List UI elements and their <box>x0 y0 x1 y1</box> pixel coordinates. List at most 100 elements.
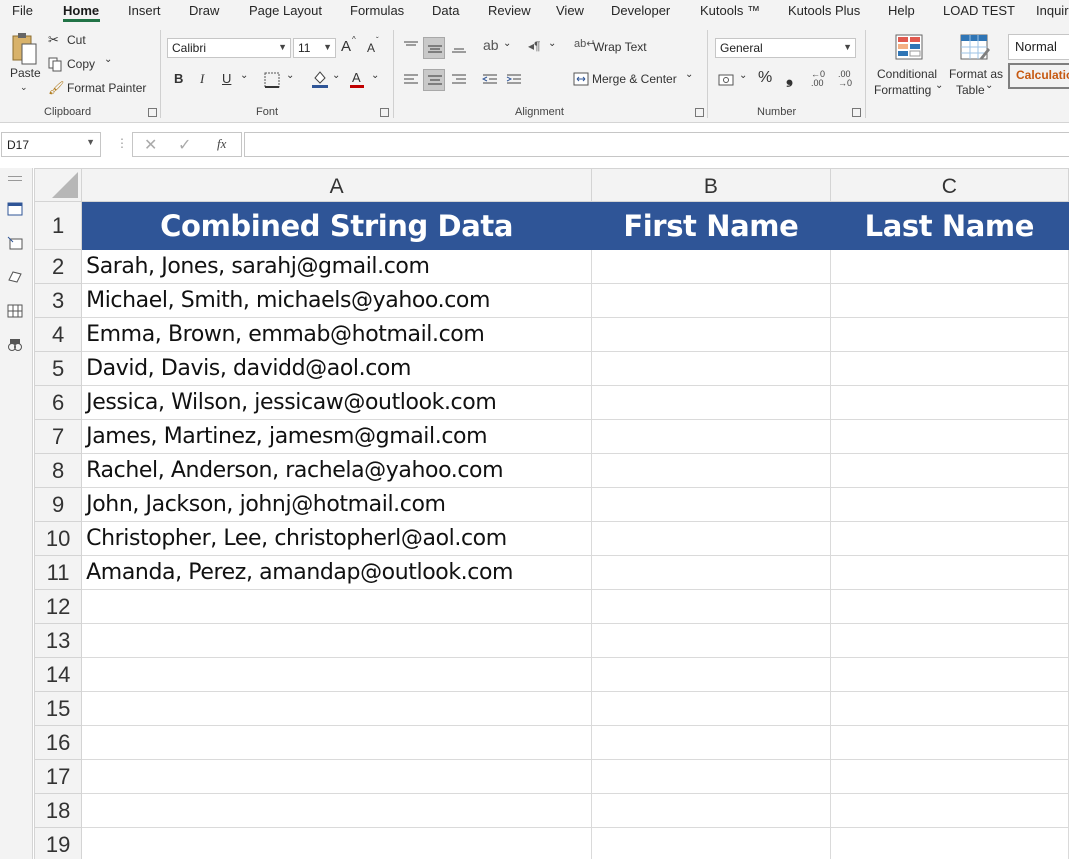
row-header[interactable]: 7 <box>34 419 83 454</box>
drag-handle-icon[interactable] <box>8 176 22 181</box>
align-right-icon[interactable] <box>451 73 467 87</box>
row-header[interactable]: 15 <box>34 691 83 726</box>
row-header[interactable]: 16 <box>34 725 83 760</box>
decrease-indent-icon[interactable] <box>482 73 498 87</box>
cell-a13[interactable] <box>81 623 593 658</box>
cell-c14[interactable] <box>829 657 1069 692</box>
chevron-down-icon[interactable]: ⌄ <box>548 38 556 49</box>
row-header[interactable]: 12 <box>34 589 83 624</box>
comma-style-icon[interactable]: ❟ <box>786 67 793 88</box>
cell-a9[interactable]: John, Jackson, johnj@hotmail.com <box>81 487 593 522</box>
formula-input[interactable] <box>244 132 1069 157</box>
cell-a8[interactable]: Rachel, Anderson, rachela@yahoo.com <box>81 453 593 488</box>
font-size-select[interactable]: 11 ▼ <box>293 38 336 58</box>
column-header-b[interactable]: B <box>591 168 831 202</box>
cell-a10[interactable]: Christopher, Lee, christopherl@aol.com <box>81 521 593 556</box>
cell-b10[interactable] <box>591 521 831 556</box>
row-header[interactable]: 6 <box>34 385 83 420</box>
row-header[interactable]: 8 <box>34 453 83 488</box>
cell-c18[interactable] <box>829 793 1069 828</box>
align-middle-button[interactable] <box>423 37 445 59</box>
menu-review[interactable]: Review <box>488 3 531 18</box>
cell-c3[interactable] <box>829 283 1069 318</box>
style-normal[interactable]: Normal <box>1008 34 1069 60</box>
cell-b9[interactable] <box>591 487 831 522</box>
cell-b6[interactable] <box>591 385 831 420</box>
cell-b12[interactable] <box>591 589 831 624</box>
cell-b19[interactable] <box>591 827 831 859</box>
cut-button[interactable]: ✂ Cut <box>48 32 108 50</box>
chevron-down-icon[interactable]: ⌄ <box>503 38 511 49</box>
cell-a5[interactable]: David, Davis, davidd@aol.com <box>81 351 593 386</box>
cell-a19[interactable] <box>81 827 593 859</box>
format-painter-button[interactable]: 🖌 Format Painter <box>48 80 152 98</box>
style-calculation[interactable]: Calculation <box>1008 63 1069 89</box>
borders-icon[interactable] <box>264 72 280 88</box>
cancel-icon[interactable]: ✕ <box>144 135 157 155</box>
cell-c8[interactable] <box>829 453 1069 488</box>
autotext-icon[interactable] <box>7 236 23 250</box>
cell-a7[interactable]: James, Martinez, jamesm@gmail.com <box>81 419 593 454</box>
menu-kutools-plus[interactable]: Kutools Plus <box>788 3 860 18</box>
cell-b11[interactable] <box>591 555 831 590</box>
menu-help[interactable]: Help <box>888 3 915 18</box>
enter-icon[interactable]: ✓ <box>178 135 191 155</box>
clipboard-launcher-icon[interactable] <box>148 108 157 117</box>
shrink-font-button[interactable]: A <box>367 41 375 55</box>
align-center-button[interactable] <box>423 69 445 91</box>
fill-color-icon[interactable] <box>311 69 329 89</box>
number-format-select[interactable]: General ▼ <box>715 38 856 58</box>
cell-a11[interactable]: Amanda, Perez, amandap@outlook.com <box>81 555 593 590</box>
menu-inquire[interactable]: Inquire <box>1036 3 1069 18</box>
column-list-icon[interactable] <box>7 304 23 318</box>
cell-b3[interactable] <box>591 283 831 318</box>
cell-c1[interactable]: Last Name <box>829 201 1069 250</box>
row-header[interactable]: 2 <box>34 249 83 284</box>
italic-button[interactable]: I <box>200 71 204 87</box>
cell-a12[interactable] <box>81 589 593 624</box>
menu-formulas[interactable]: Formulas <box>350 3 404 18</box>
wrap-text-button[interactable]: ab↵ Wrap Text <box>574 38 654 57</box>
alignment-launcher-icon[interactable] <box>695 108 704 117</box>
column-header-c[interactable]: C <box>829 168 1069 202</box>
cell-a6[interactable]: Jessica, Wilson, jessicaw@outlook.com <box>81 385 593 420</box>
increase-indent-icon[interactable] <box>506 73 522 87</box>
format-as-table-button[interactable]: Format as Table ⌄ <box>947 34 1005 98</box>
row-header[interactable]: 5 <box>34 351 83 386</box>
cell-c12[interactable] <box>829 589 1069 624</box>
name-box[interactable]: D17 ▼ <box>1 132 101 157</box>
font-launcher-icon[interactable] <box>380 108 389 117</box>
column-header-a[interactable]: A <box>81 168 593 202</box>
menu-load-test[interactable]: LOAD TEST <box>943 3 1015 18</box>
cell-c5[interactable] <box>829 351 1069 386</box>
cell-c13[interactable] <box>829 623 1069 658</box>
cell-c15[interactable] <box>829 691 1069 726</box>
cell-c2[interactable] <box>829 249 1069 284</box>
cell-b17[interactable] <box>591 759 831 794</box>
number-launcher-icon[interactable] <box>852 108 861 117</box>
copy-button[interactable]: Copy ⌄ <box>48 54 118 74</box>
cell-c9[interactable] <box>829 487 1069 522</box>
chevron-down-icon[interactable]: ⌄ <box>371 70 379 81</box>
percent-style-icon[interactable]: % <box>758 69 772 87</box>
cell-a18[interactable] <box>81 793 593 828</box>
cell-b5[interactable] <box>591 351 831 386</box>
underline-button[interactable]: U <box>222 71 231 86</box>
menu-view[interactable]: View <box>556 3 584 18</box>
font-color-icon[interactable]: A <box>349 69 365 89</box>
row-header[interactable]: 18 <box>34 793 83 828</box>
cell-c7[interactable] <box>829 419 1069 454</box>
row-header[interactable]: 3 <box>34 283 83 318</box>
insert-function-icon[interactable]: fx <box>217 136 226 152</box>
cell-b14[interactable] <box>591 657 831 692</box>
menu-home[interactable]: Home <box>63 3 99 18</box>
bold-button[interactable]: B <box>174 71 183 86</box>
cell-c10[interactable] <box>829 521 1069 556</box>
align-top-icon[interactable] <box>403 40 419 54</box>
cell-b15[interactable] <box>591 691 831 726</box>
menu-insert[interactable]: Insert <box>128 3 161 18</box>
align-bottom-icon[interactable] <box>451 40 467 54</box>
row-header[interactable]: 9 <box>34 487 83 522</box>
chevron-down-icon[interactable]: ⌄ <box>286 70 294 81</box>
chevron-down-icon[interactable]: ⌄ <box>332 70 340 81</box>
